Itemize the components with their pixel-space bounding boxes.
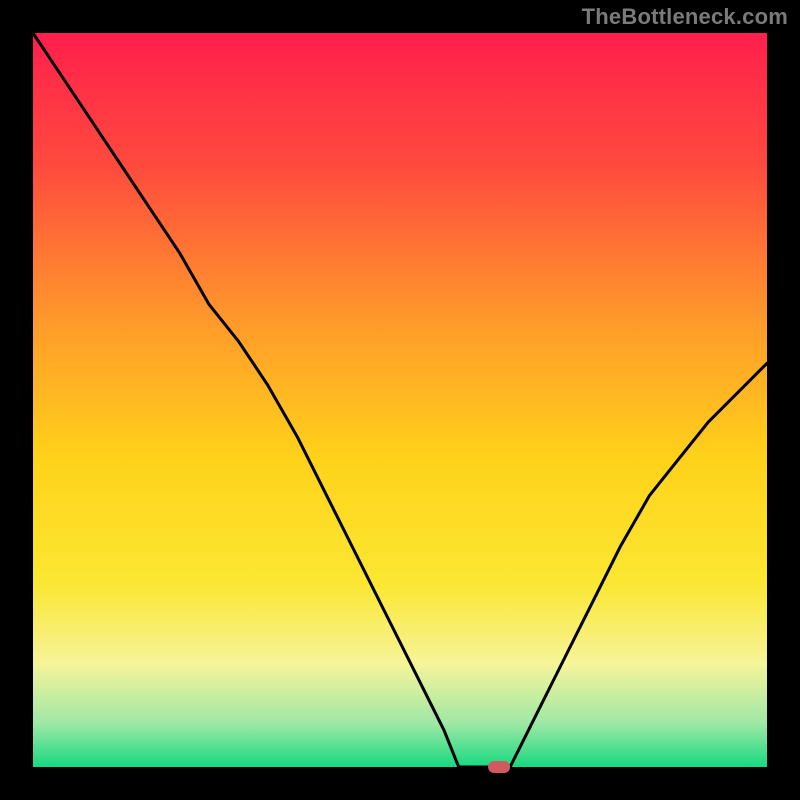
- chart-container: TheBottleneck.com: [0, 0, 800, 800]
- plot-area: [33, 33, 767, 767]
- optimal-marker: [488, 761, 510, 773]
- watermark-label: TheBottleneck.com: [582, 4, 788, 30]
- bottleneck-chart: [0, 0, 800, 800]
